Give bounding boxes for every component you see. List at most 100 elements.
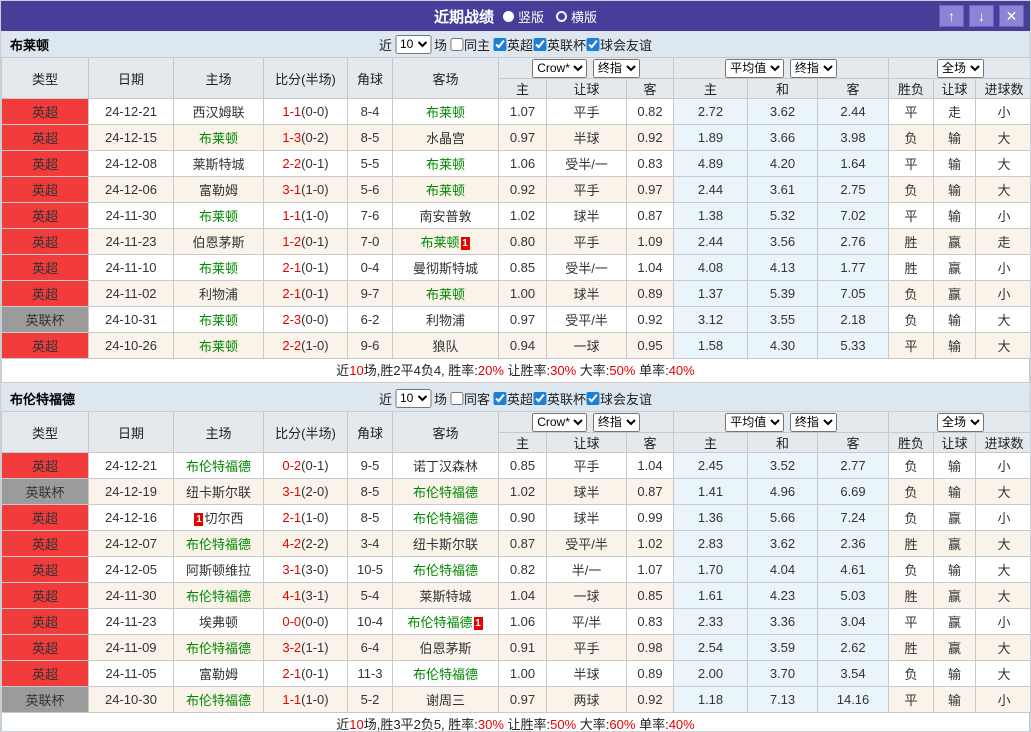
cell-result-handicap: 输 [933,124,977,151]
cell-avg-home: 4.08 [673,254,748,281]
cell-corner: 11-3 [347,660,393,687]
header-score: 比分(半场) [263,57,348,99]
subheader-odds-home: 主 [498,432,547,453]
cell-result-handicap: 输 [933,452,977,479]
recent-count-select[interactable]: 10 [394,34,431,54]
cell-handicap: 受半/一 [546,150,627,177]
close-button[interactable]: ✕ [999,5,1024,27]
score-halftime: (0-1) [301,666,329,681]
cell-corner: 0-4 [347,254,393,281]
league-checkbox[interactable] [533,37,547,51]
move-up-button[interactable]: ↑ [939,5,964,27]
window-buttons: ↑ ↓ ✕ [939,5,1024,27]
avg-time-select[interactable]: 终指 [789,58,837,78]
cell-avg-home: 2.44 [673,228,748,255]
cell-type: 英超 [1,452,89,479]
team-label: 布伦特福德 [185,459,251,474]
cell-odds-home: 1.00 [498,280,547,307]
team-label: 纽卡斯尔联 [185,485,251,500]
scope-select[interactable]: 全场 [937,58,985,78]
odds-source-select[interactable]: Crow* [532,412,588,432]
league-filter[interactable]: 英超 [493,35,533,54]
cell-type: 英超 [1,280,89,307]
league-filter[interactable]: 球会友谊 [586,35,652,54]
cell-avg-home: 2.33 [673,608,748,635]
avg-source-select[interactable]: 平均值 [725,58,785,78]
league-filter[interactable]: 英超 [493,389,533,408]
cell-odds-away: 0.97 [626,176,674,203]
team-label: 布莱顿 [198,131,238,146]
odds-time-select[interactable]: 终指 [592,58,640,78]
cell-avg-home: 2.72 [673,98,748,125]
cell-date: 24-11-23 [88,608,174,635]
score-halftime: (0-1) [301,260,329,275]
cell-result-wdl: 负 [888,556,935,583]
header-score: 比分(半场) [263,411,348,453]
move-down-button[interactable]: ↓ [969,5,994,27]
score-halftime: (0-0) [301,104,329,119]
red-card-badge: 1 [460,237,470,250]
filter-controls: 近 10 场 同客 英超 英联杯 球会友谊 [379,388,652,408]
cell-avg-draw: 3.56 [747,228,818,255]
cell-corner: 5-5 [347,150,393,177]
match-row: 英超 24-11-23 伯恩茅斯 1-2(0-1) 7-0 布莱顿 1 0.80 平手 1.09 2… [1,228,1030,255]
cell-score: 2-1(0-1) [263,280,348,307]
league-checkbox[interactable] [493,37,506,51]
layout-option-vertical[interactable]: 竖版 [502,7,544,26]
cell-odds-home: 0.94 [498,332,547,359]
odds-source-select[interactable]: Crow* [532,58,588,78]
header-type: 类型 [1,57,89,99]
team-label: 纽卡斯尔联 [412,537,478,552]
same-venue-filter[interactable]: 同客 [449,389,490,408]
cell-date: 24-10-31 [88,306,174,333]
cell-handicap: 受平/半 [546,530,627,557]
cell-result-goals: 小 [975,254,1030,281]
section-bar: 布莱顿 近 10 场 同主 英超 英联杯 球会友谊 [1,31,1030,57]
cell-away: 纽卡斯尔联 [392,530,499,557]
team-label: 埃弗顿 [198,615,238,630]
avg-time-select[interactable]: 终指 [789,412,837,432]
cell-avg-away: 2.76 [816,228,890,255]
league-filter[interactable]: 球会友谊 [586,389,652,408]
cell-result-handicap: 输 [933,176,977,203]
summary-segment: 让胜率: [503,717,551,732]
matches-table: 类型 日期 主场 比分(半场) 角球 客场 Crow* 终指 平均值 终指 全场… [1,57,1030,359]
cell-date: 24-12-07 [88,530,174,557]
league-filter[interactable]: 英联杯 [533,389,586,408]
cell-home: 布莱顿 [173,332,264,359]
cell-result-handicap: 输 [933,332,977,359]
league-checkbox[interactable] [533,391,547,405]
cell-type: 英超 [1,228,89,255]
cell-type: 英超 [1,202,89,229]
down-arrow-icon: ↓ [978,8,985,24]
avg-source-select[interactable]: 平均值 [725,412,785,432]
odds-time-select[interactable]: 终指 [592,412,640,432]
scope-select[interactable]: 全场 [937,412,985,432]
layout-option-horizontal[interactable]: 横版 [556,7,597,26]
cell-score: 1-1(1-0) [263,686,348,713]
league-checkbox[interactable] [586,391,600,405]
cell-home: 布伦特福德 [173,582,264,609]
cell-result-goals: 小 [975,280,1030,307]
same-venue-checkbox[interactable] [449,391,463,405]
match-row: 英超 24-12-05 阿斯顿维拉 3-1(3-0) 10-5 布伦特福德 0.82 半/一 1… [1,556,1030,583]
same-venue-filter[interactable]: 同主 [449,35,490,54]
cell-avg-away: 5.03 [816,582,890,609]
score-halftime: (1-0) [301,338,329,353]
cell-avg-home: 2.54 [673,634,748,661]
league-checkbox[interactable] [493,391,506,405]
red-card-badge: 1 [473,617,483,630]
cell-away: 布伦特福德 [392,478,499,505]
league-checkbox[interactable] [586,37,600,51]
team-label: 伯恩茅斯 [192,235,245,250]
subheader-odds-away: 客 [626,78,674,99]
cell-result-wdl: 负 [888,660,935,687]
recent-count-select[interactable]: 10 [394,388,431,408]
score-fulltime: 3-1 [282,484,302,499]
cell-result-goals: 大 [975,660,1030,687]
league-filter[interactable]: 英联杯 [533,35,586,54]
cell-result-wdl: 平 [888,202,935,229]
same-venue-checkbox[interactable] [449,37,463,51]
cell-type: 英超 [1,254,89,281]
cell-result-goals: 大 [975,478,1030,505]
